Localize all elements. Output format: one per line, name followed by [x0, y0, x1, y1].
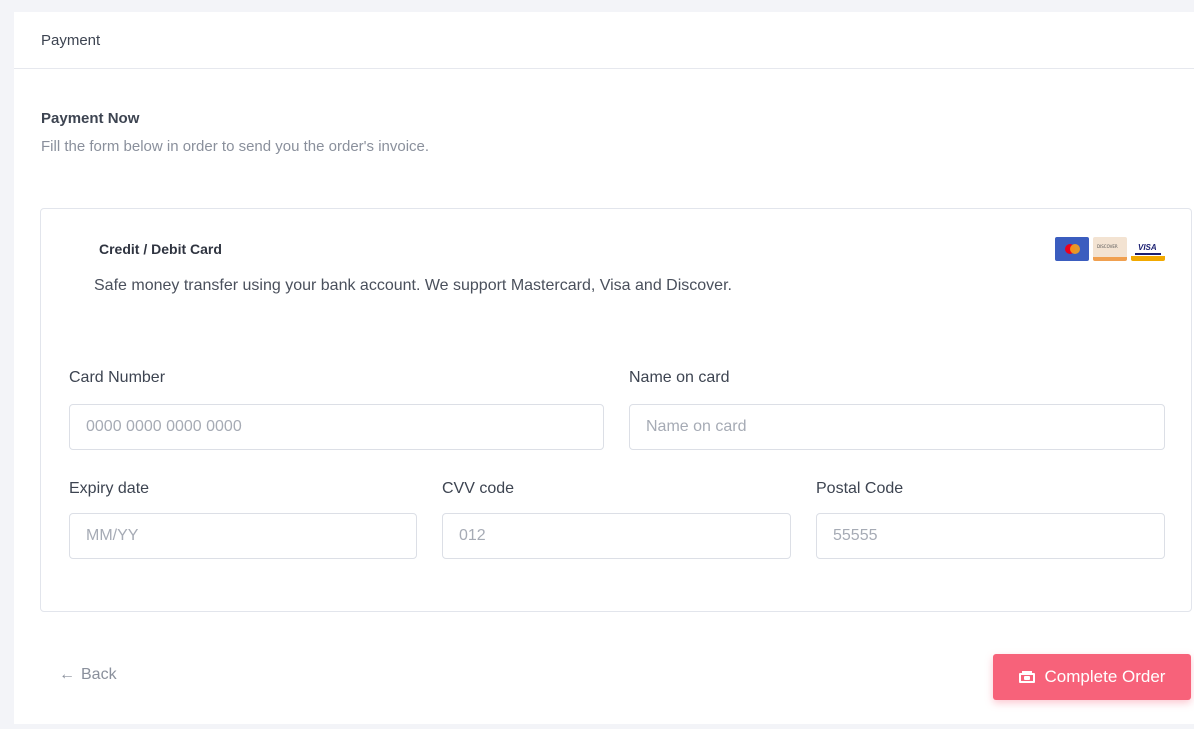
postal-code-label: Postal Code	[816, 480, 904, 497]
postal-code-input[interactable]	[816, 513, 1165, 559]
page-title: Payment	[41, 32, 101, 49]
card-number-label: Card Number	[69, 369, 166, 386]
cvv-code-input[interactable]	[442, 513, 791, 559]
expiry-date-input[interactable]	[69, 513, 417, 559]
intro-section: Payment Now Fill the form below in order…	[41, 110, 429, 155]
card-header: Payment	[14, 12, 1194, 69]
back-label: Back	[81, 666, 117, 683]
card-number-input[interactable]	[69, 404, 604, 450]
section-title: Payment Now	[41, 110, 140, 127]
visa-icon: VISA	[1131, 237, 1165, 261]
mastercard-icon	[1055, 237, 1089, 261]
complete-order-button[interactable]: Complete Order	[993, 654, 1191, 700]
discover-icon: DISCOVER	[1093, 237, 1127, 261]
name-on-card-input[interactable]	[629, 404, 1165, 450]
cvv-code-label: CVV code	[442, 480, 515, 497]
payment-method-title: Credit / Debit Card	[99, 241, 222, 257]
card-logos: DISCOVER VISA	[1055, 237, 1165, 261]
expiry-date-label: Expiry date	[69, 480, 150, 497]
discover-logo-text: DISCOVER	[1097, 244, 1118, 249]
section-subtitle: Fill the form below in order to send you…	[41, 138, 430, 155]
payment-method-box: Credit / Debit Card Safe money transfer …	[40, 208, 1192, 612]
payment-method-description: Safe money transfer using your bank acco…	[94, 277, 732, 294]
money-icon	[1018, 671, 1035, 683]
name-on-card-label: Name on card	[629, 369, 730, 386]
arrow-left-icon: ←	[59, 666, 75, 683]
complete-order-label: Complete Order	[1044, 667, 1166, 686]
visa-logo-text: VISA	[1138, 243, 1157, 252]
back-button[interactable]: ← Back	[59, 666, 117, 684]
payment-card: Payment Payment Now Fill the form below …	[14, 12, 1194, 724]
